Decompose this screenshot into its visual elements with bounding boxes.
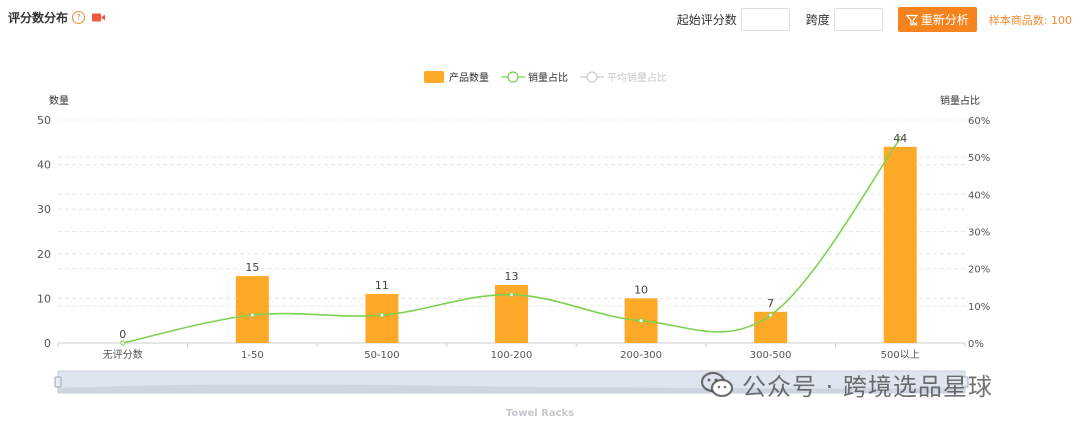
video-camera-icon[interactable] <box>92 13 106 22</box>
line-point <box>768 312 774 318</box>
chart-header: 评分数分布 ? <box>8 9 106 26</box>
page-title: 评分数分布 <box>8 11 69 25</box>
legend-swatch <box>424 71 444 83</box>
legend-item[interactable]: 产品数量 <box>424 71 489 84</box>
analysis-controls: 起始评分数 跨度 重新分析 样本商品数: 100 <box>677 7 1072 32</box>
bar <box>365 293 399 343</box>
x-tick-label: 100-200 <box>491 350 533 361</box>
legend-marker <box>586 71 598 83</box>
bar-value-label: 0 <box>119 328 126 341</box>
y-right-tick-label: 10% <box>968 302 990 313</box>
reanalyze-button[interactable]: 重新分析 <box>897 7 977 32</box>
line-point <box>379 312 385 318</box>
x-tick-label: 200-300 <box>620 350 662 361</box>
bar-value-label: 15 <box>245 261 259 274</box>
legend-marker <box>507 71 519 83</box>
legend-label: 销量占比 <box>528 71 568 84</box>
filter-icon <box>905 14 918 26</box>
y-right-tick-label: 60% <box>968 116 990 127</box>
question-circle-icon[interactable]: ? <box>72 11 86 24</box>
line-point <box>509 292 514 298</box>
y-right-tick-label: 50% <box>968 153 990 164</box>
y-right-tick-label: 0% <box>968 339 984 350</box>
y-right-tick-label: 40% <box>968 190 990 201</box>
bar-value-label: 11 <box>375 279 389 292</box>
y-right-tick-label: 30% <box>968 228 990 239</box>
y-left-tick-label: 10 <box>37 292 51 305</box>
x-tick-label: 1-50 <box>241 350 264 361</box>
y-left-tick-label: 20 <box>37 248 51 261</box>
reanalyze-button-label: 重新分析 <box>920 13 969 27</box>
x-tick-label: 500以上 <box>881 349 920 361</box>
bar-series[interactable] <box>235 146 917 343</box>
bar-value-label: 44 <box>893 132 907 145</box>
bar-value-label: 7 <box>767 297 774 310</box>
bar-value-label: 10 <box>634 283 648 296</box>
x-tick-label: 50-100 <box>364 350 399 361</box>
y-left-tick-label: 40 <box>37 159 51 172</box>
y-left-tick-label: 0 <box>44 337 51 350</box>
legend-item[interactable]: 平均销量占比 <box>580 71 667 84</box>
right-axis-title: 销量占比 <box>940 94 980 107</box>
legend-label: 产品数量 <box>449 71 489 84</box>
bar <box>883 146 917 343</box>
bar <box>235 276 269 343</box>
line-point <box>120 340 126 346</box>
zoom-handle[interactable] <box>54 376 62 388</box>
zoom-slider-label: Towel Racks <box>505 408 575 419</box>
left-axis-title: 数量 <box>49 94 69 107</box>
x-tick-label: 无评分数 <box>103 348 143 361</box>
bar-value-label: 13 <box>505 270 519 283</box>
legend-label: 平均销量占比 <box>607 71 667 84</box>
watermark-text: 公众号 · 跨境选品星球 <box>742 373 993 401</box>
y-left-tick-label: 30 <box>37 203 51 216</box>
line-point <box>638 318 644 324</box>
span-input[interactable] <box>833 8 883 31</box>
legend-item[interactable]: 销量占比 <box>501 71 568 84</box>
span-label: 跨度 <box>805 13 830 27</box>
start-score-label: 起始评分数 <box>676 13 737 27</box>
y-left-tick-label: 50 <box>37 114 51 127</box>
x-tick-label: 300-500 <box>750 350 792 361</box>
sample-count: 样本商品数: 100 <box>988 13 1072 27</box>
start-score-input[interactable] <box>740 8 790 31</box>
line-point <box>249 312 255 318</box>
y-right-tick-label: 20% <box>968 265 990 276</box>
wechat-icon <box>700 371 734 397</box>
rating-distribution-chart: 产品数量 销量占比 平均销量占比 数量 销量占比 010203040500%10%2… <box>37 71 990 394</box>
chart-legend[interactable]: 产品数量 销量占比 平均销量占比 <box>424 71 667 84</box>
watermark: 公众号 · 跨境选品星球 <box>700 367 993 402</box>
